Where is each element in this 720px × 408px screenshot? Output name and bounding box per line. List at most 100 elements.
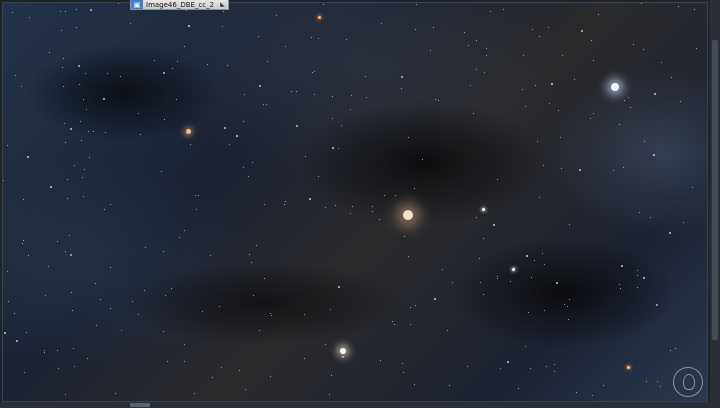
star	[171, 288, 172, 289]
star	[656, 304, 658, 306]
star	[408, 137, 409, 138]
star	[245, 389, 246, 390]
star	[311, 37, 312, 38]
star	[500, 368, 501, 369]
star	[263, 104, 264, 105]
star	[172, 68, 173, 69]
image-view[interactable]	[2, 2, 708, 402]
star	[438, 100, 439, 101]
star	[27, 156, 29, 158]
star	[26, 332, 27, 333]
star	[574, 79, 575, 80]
star	[623, 167, 624, 168]
star	[394, 324, 395, 325]
star	[335, 205, 336, 206]
star	[76, 27, 77, 28]
workspace: ▣ Image46_DBE_cc_2 ◣	[0, 0, 720, 408]
star	[380, 360, 381, 361]
star	[639, 212, 640, 213]
star	[271, 315, 272, 316]
image-window-icon[interactable]: ▣	[131, 0, 143, 9]
star	[598, 14, 599, 15]
star	[82, 177, 83, 178]
watermark-logo	[673, 367, 703, 397]
star	[264, 204, 265, 205]
star	[190, 144, 191, 145]
star	[539, 36, 540, 37]
star	[522, 89, 523, 90]
star	[603, 385, 604, 386]
star	[528, 312, 529, 313]
star	[163, 331, 164, 332]
star	[402, 363, 403, 364]
star	[202, 311, 203, 312]
star	[138, 113, 139, 114]
star	[415, 29, 416, 30]
star	[285, 46, 286, 47]
star	[177, 61, 178, 62]
star	[44, 352, 45, 353]
star	[661, 62, 662, 63]
star	[381, 23, 382, 24]
star	[467, 366, 468, 367]
star	[497, 179, 498, 180]
star	[546, 366, 547, 367]
star	[338, 286, 340, 288]
star	[568, 319, 569, 320]
star	[643, 49, 644, 50]
star	[67, 198, 68, 199]
star	[696, 48, 697, 49]
star	[468, 45, 469, 46]
star	[379, 219, 380, 220]
star	[65, 11, 66, 12]
star	[330, 309, 331, 310]
star	[643, 277, 645, 279]
star	[58, 368, 59, 369]
star	[352, 206, 353, 207]
star	[296, 125, 298, 127]
star	[227, 65, 228, 66]
star	[325, 344, 326, 345]
collapse-icon[interactable]: ◣	[220, 1, 225, 8]
star	[372, 211, 373, 212]
star	[325, 207, 326, 208]
star	[72, 310, 73, 311]
star	[194, 393, 195, 394]
star	[21, 86, 22, 87]
star	[164, 119, 165, 120]
star	[23, 240, 24, 241]
star	[493, 224, 495, 226]
star	[537, 141, 538, 142]
star	[14, 313, 15, 314]
star	[692, 187, 693, 188]
vertical-scrollbar[interactable]	[710, 0, 720, 408]
star	[100, 299, 101, 300]
star	[57, 350, 58, 351]
star	[414, 384, 415, 385]
star	[83, 99, 84, 100]
star	[65, 142, 66, 143]
star	[120, 76, 121, 77]
horizontal-scrollbar[interactable]	[0, 402, 720, 408]
star	[350, 213, 351, 214]
star	[332, 147, 334, 149]
star	[3, 180, 4, 181]
star	[442, 269, 443, 270]
star	[251, 262, 252, 263]
star	[484, 72, 485, 73]
star	[96, 325, 97, 326]
star	[653, 154, 655, 156]
vertical-scroll-thumb[interactable]	[712, 40, 718, 340]
star	[78, 65, 80, 67]
star	[579, 169, 581, 171]
star	[581, 30, 583, 32]
star	[644, 141, 645, 142]
star	[434, 298, 436, 300]
image-window-tab[interactable]: ▣ Image46_DBE_cc_2 ◣	[130, 0, 229, 10]
star	[452, 282, 453, 283]
star	[558, 110, 559, 111]
star	[121, 330, 122, 331]
star	[650, 217, 651, 218]
star	[554, 371, 555, 372]
horizontal-scroll-thumb[interactable]	[130, 403, 150, 407]
